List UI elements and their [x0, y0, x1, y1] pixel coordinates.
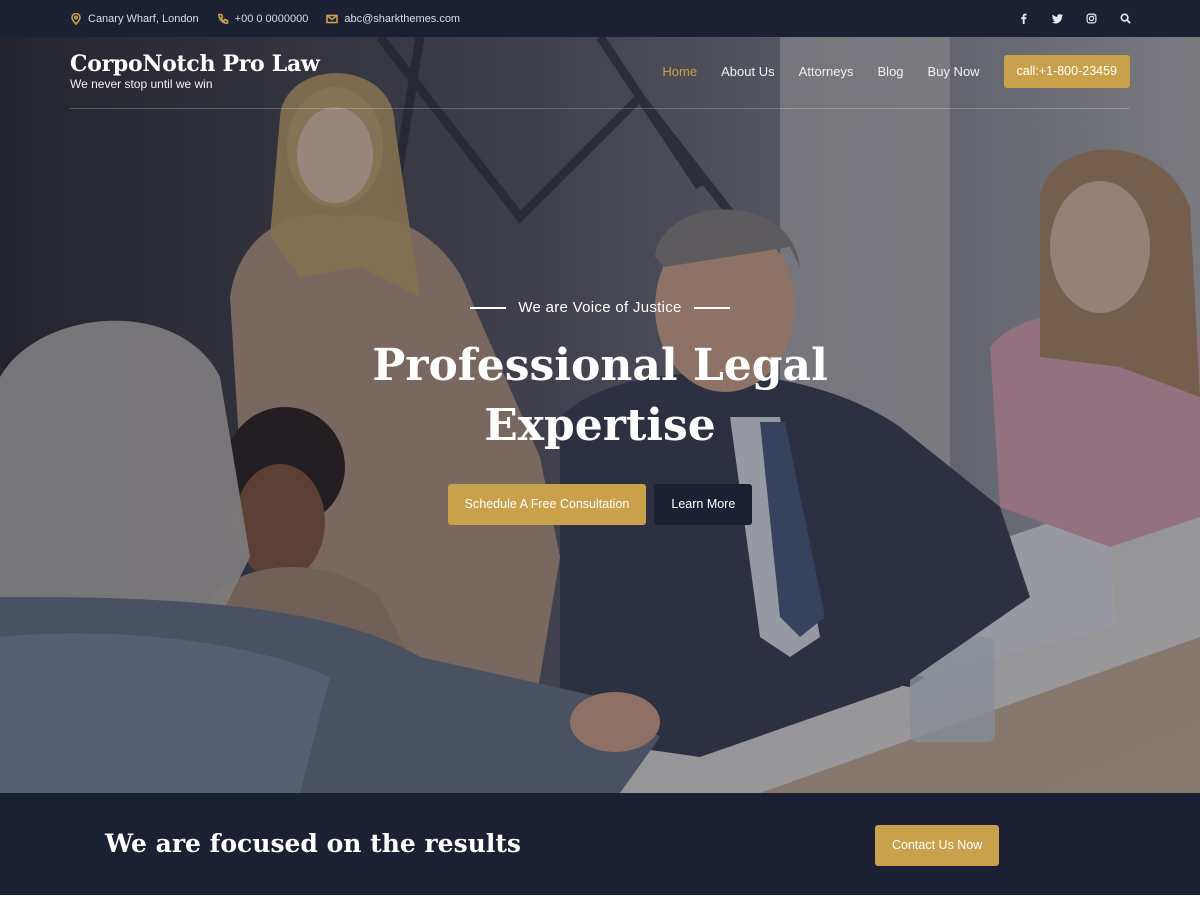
- call-button[interactable]: call:+1-800-23459: [1003, 55, 1130, 88]
- hero-eyebrow: We are Voice of Justice: [0, 299, 1200, 316]
- contact-info: Canary Wharf, London +00 0 0000000 abc@s…: [70, 0, 460, 37]
- address-text: Canary Wharf, London: [88, 12, 199, 25]
- top-info-bar: Canary Wharf, London +00 0 0000000 abc@s…: [0, 0, 1200, 37]
- hero-headline: Professional Legal Expertise: [372, 340, 828, 451]
- contact-us-button[interactable]: Contact Us Now: [875, 825, 1000, 866]
- eyebrow-right-dash: [693, 306, 730, 309]
- site-branding[interactable]: CorpoNotch Pro Law We never stop until w…: [70, 51, 320, 91]
- nav-item-buy-now[interactable]: Buy Now: [928, 64, 980, 79]
- twitter-icon[interactable]: [1050, 12, 1064, 26]
- nav-item-home[interactable]: Home: [662, 64, 697, 79]
- phone-item[interactable]: +00 0 0000000: [217, 13, 309, 25]
- instagram-icon[interactable]: [1084, 12, 1098, 26]
- facebook-icon[interactable]: [1016, 12, 1030, 26]
- email-text[interactable]: abc@sharkthemes.com: [344, 13, 460, 25]
- eyebrow-left-dash: [470, 306, 507, 309]
- results-band: We are focused on the results Contact Us…: [0, 793, 1200, 895]
- nav-item-attorneys[interactable]: Attorneys: [799, 64, 854, 79]
- hero-content: We are Voice of Justice Professional Leg…: [0, 299, 1200, 525]
- hero-cta-row: Schedule A Free Consultation Learn More: [0, 484, 1200, 525]
- site-tagline: We never stop until we win: [70, 77, 213, 91]
- header-divider: [70, 108, 1130, 109]
- eyebrow-text: We are Voice of Justice: [518, 299, 682, 316]
- location-pin-icon: [71, 12, 81, 25]
- learn-more-button[interactable]: Learn More: [654, 484, 753, 525]
- phone-icon: [217, 13, 228, 24]
- nav-item-blog[interactable]: Blog: [878, 64, 904, 79]
- address-item: Canary Wharf, London: [70, 12, 199, 25]
- email-item[interactable]: abc@sharkthemes.com: [326, 13, 460, 25]
- site-header: CorpoNotch Pro Law We never stop until w…: [0, 37, 1200, 109]
- phone-text[interactable]: +00 0 0000000: [235, 13, 309, 25]
- envelope-icon: [326, 14, 339, 23]
- social-links: [1016, 0, 1132, 37]
- site-title[interactable]: CorpoNotch Pro Law: [70, 51, 320, 77]
- nav-item-about-us[interactable]: About Us: [721, 64, 774, 79]
- schedule-consultation-button[interactable]: Schedule A Free Consultation: [447, 484, 647, 525]
- search-icon[interactable]: [1118, 12, 1132, 26]
- main-navigation: Home About Us Attorneys Blog Buy Now cal…: [662, 55, 1130, 88]
- results-heading: We are focused on the results: [105, 829, 521, 858]
- hero-section: CorpoNotch Pro Law We never stop until w…: [0, 37, 1200, 793]
